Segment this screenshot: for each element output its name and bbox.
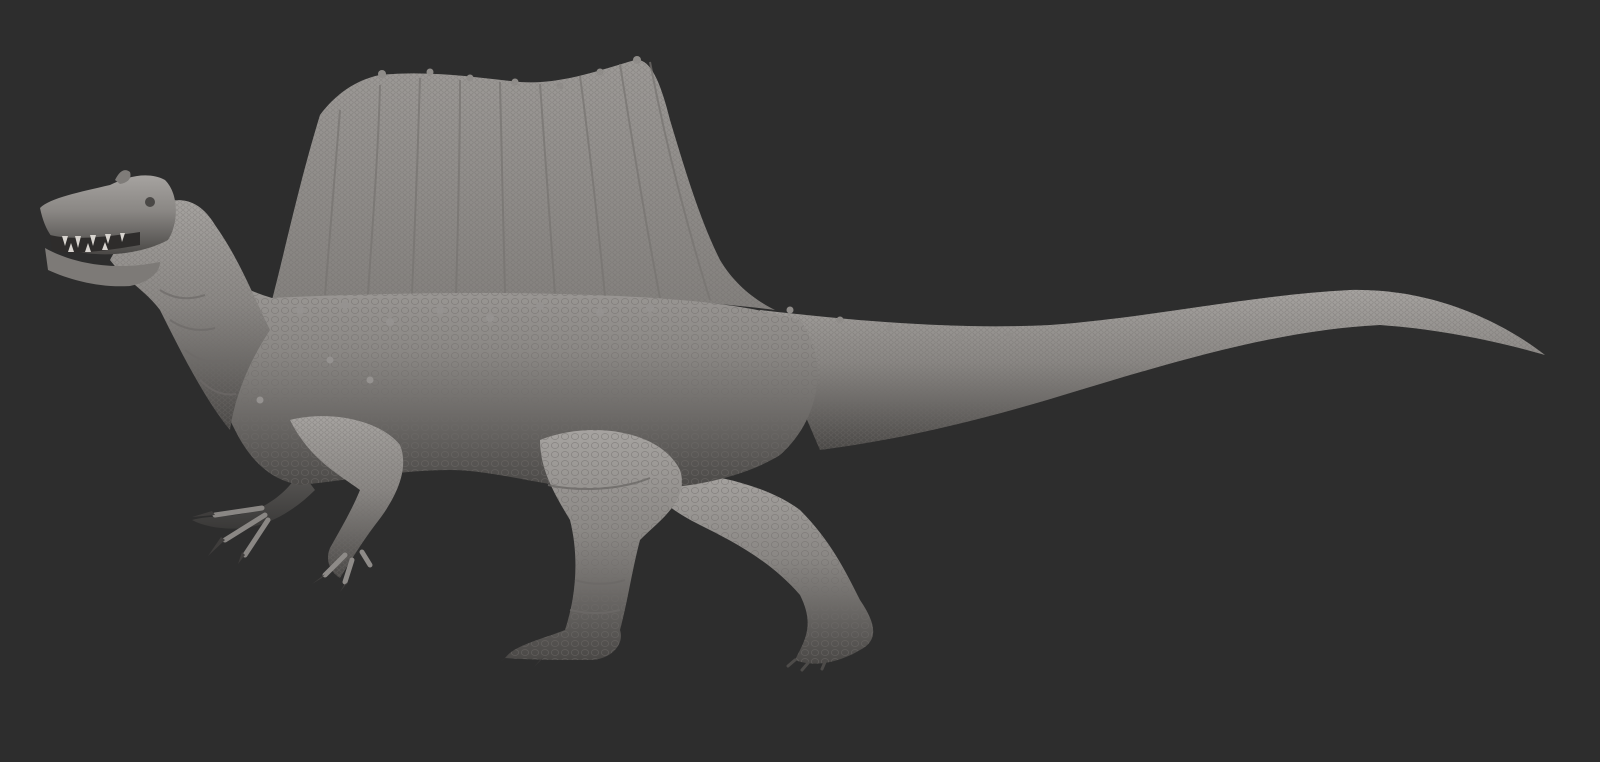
far-hind-leg bbox=[650, 470, 874, 672]
spinosaurus-model bbox=[40, 56, 1545, 672]
sail bbox=[272, 56, 775, 311]
head-and-neck bbox=[40, 170, 270, 430]
eye bbox=[145, 197, 155, 207]
tail bbox=[760, 289, 1545, 450]
sculpt-viewport bbox=[0, 0, 1600, 762]
